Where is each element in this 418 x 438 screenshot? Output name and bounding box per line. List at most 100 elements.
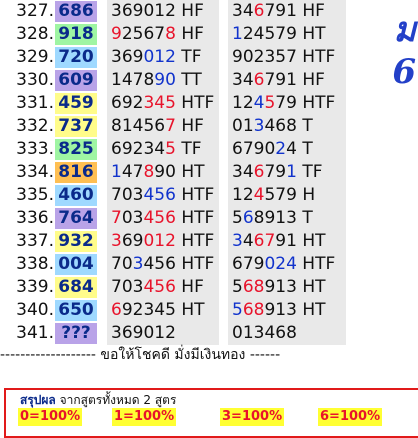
- table-row: 341.??? 369012 013468: [0, 322, 418, 345]
- table-row: 331. 459 692345 HTF 124579 HTF: [0, 92, 418, 115]
- draw-result: 825: [55, 139, 97, 160]
- table-row: 335. 460 703456 HTF 124579 H: [0, 184, 418, 207]
- formula-digits: HF: [296, 70, 325, 90]
- formula-digits: 9: [111, 24, 122, 44]
- formula-2-cell: 679024 T: [228, 138, 346, 161]
- formula-digits: 24579: [242, 24, 297, 44]
- formula-digits: HF: [175, 24, 204, 44]
- formula-1-cell: 369012: [107, 322, 219, 345]
- formula-digits: 67: [253, 231, 276, 251]
- formula-digits: 03: [121, 208, 144, 228]
- formula-digits: 456: [143, 208, 176, 228]
- formula-digits: 70: [111, 185, 133, 205]
- formula-digits: TF: [175, 47, 202, 67]
- formula-digits: 91: [275, 231, 297, 251]
- formula-digits: TF: [175, 139, 202, 159]
- table-row: 329. 720 369012 TF 902357 HTF: [0, 46, 418, 69]
- formula-digits: 5: [264, 93, 276, 113]
- draw-number: 332.: [16, 116, 54, 136]
- formula-digits: HTF: [175, 231, 215, 251]
- table-row: 336. 764 703456 HTF 568913 T: [0, 207, 418, 230]
- formula-digits: 902357: [232, 47, 297, 67]
- formula-digits: 81456: [111, 116, 166, 136]
- formula-2-cell: 346791 TF: [228, 161, 346, 184]
- side-heading-glyph: 6: [392, 52, 416, 92]
- table-row: 337. 932 369012 HTF 346791 HT: [0, 230, 418, 253]
- formula-digits: 68: [242, 300, 265, 320]
- formula-digits: 47: [121, 162, 144, 182]
- formula-digits: T: [296, 208, 313, 228]
- formula-digits: 456: [143, 185, 176, 205]
- formula-digits: 013468: [232, 323, 297, 343]
- summary-stat-3: 6=100%: [318, 408, 383, 426]
- formula-digits: 456: [143, 254, 176, 274]
- formula-digits: HF: [175, 277, 204, 297]
- formula-digits: 369012: [111, 323, 176, 343]
- draw-number: 335.: [16, 185, 54, 205]
- table-row: 334. 816 147890 HT 346791 TF: [0, 161, 418, 184]
- formula-digits: 692: [111, 93, 144, 113]
- formula-2-cell: 902357 HTF: [228, 46, 346, 69]
- formula-digits: 3: [232, 231, 243, 251]
- formula-digits: 579: [264, 185, 297, 205]
- summary-label: สรุปผล: [20, 393, 56, 407]
- formula-2-cell: 679024 HTF: [228, 253, 346, 276]
- formula-2-cell: 346791 HT: [228, 230, 346, 253]
- formula-digits: 92345: [121, 300, 176, 320]
- table-row: 330. 609 147890 TT 346791 HF: [0, 69, 418, 92]
- draw-number: 340.: [16, 300, 54, 320]
- formula-2-cell: 346791 HF: [228, 69, 346, 92]
- formula-2-cell: 124579 HT: [228, 23, 346, 46]
- draw-result: 686: [55, 1, 97, 22]
- formula-2-cell: 013468 T: [228, 115, 346, 138]
- formula-1-cell: 814567 HF: [107, 115, 219, 138]
- formula-digits: 68: [242, 277, 265, 297]
- formula-digits: 5: [232, 208, 243, 228]
- draw-result: 932: [55, 231, 97, 252]
- formula-digits: 791: [264, 70, 297, 90]
- formula-1-cell: 703456 HF: [107, 276, 219, 299]
- draw-number: 328.: [16, 24, 54, 44]
- formula-digits: 70: [111, 254, 133, 274]
- formula-1-cell: 703456 HTF: [107, 207, 219, 230]
- formula-digits: 369: [111, 47, 144, 67]
- draw-result: 764: [55, 208, 97, 229]
- draw-number: 338.: [16, 254, 54, 274]
- formula-digits: 345: [143, 93, 176, 113]
- formula-digits: 2: [275, 139, 287, 159]
- side-heading-glyph: ม: [393, 10, 416, 50]
- formula-digits: HT: [296, 300, 326, 320]
- formula-digits: 913: [264, 300, 297, 320]
- formula-digits: 6: [253, 70, 265, 90]
- formula-1-cell: 692345 HT: [107, 299, 219, 322]
- formula-digits: TT: [175, 70, 202, 90]
- formula-1-cell: 703456 HTF: [107, 184, 219, 207]
- formula-digits: HT: [296, 24, 326, 44]
- formula-digits: TF: [296, 162, 323, 182]
- formula-2-cell: 124579 HTF: [228, 92, 346, 115]
- formula-digits: HTF: [296, 47, 336, 67]
- formula-digits: 8: [165, 24, 176, 44]
- draw-result: ???: [55, 323, 97, 344]
- formula-digits: 3: [253, 116, 265, 136]
- formula-digits: 5: [232, 277, 243, 297]
- formula-digits: T: [296, 139, 313, 159]
- formula-digits: 3: [143, 139, 155, 159]
- formula-digits: 2567: [121, 24, 166, 44]
- formula-digits: 01: [232, 116, 254, 136]
- table-row: 339. 684 703456 HF 568913 HT: [0, 276, 418, 299]
- draw-result: 460: [55, 185, 97, 206]
- formula-digits: 5: [232, 300, 243, 320]
- good-luck-divider: ------------------- ขอให้โชคดี มั่งมีเงิ…: [0, 347, 281, 363]
- formula-digits: 6: [111, 300, 122, 320]
- formula-1-cell: 369012 HF: [107, 0, 219, 23]
- formula-digits: 7: [111, 208, 122, 228]
- formula-digits: 3: [111, 231, 122, 251]
- formula-digits: 34: [232, 162, 254, 182]
- draw-result: 609: [55, 70, 97, 91]
- summary-stat-0: 0=100%: [18, 408, 83, 426]
- formula-digits: 012: [143, 47, 176, 67]
- formula-digits: HTF: [175, 185, 215, 205]
- draw-number: 337.: [16, 231, 54, 251]
- summary-box: สรุปผล จากสูตรทั้งหมด 2 สูตร 0=100% 1=10…: [4, 388, 418, 438]
